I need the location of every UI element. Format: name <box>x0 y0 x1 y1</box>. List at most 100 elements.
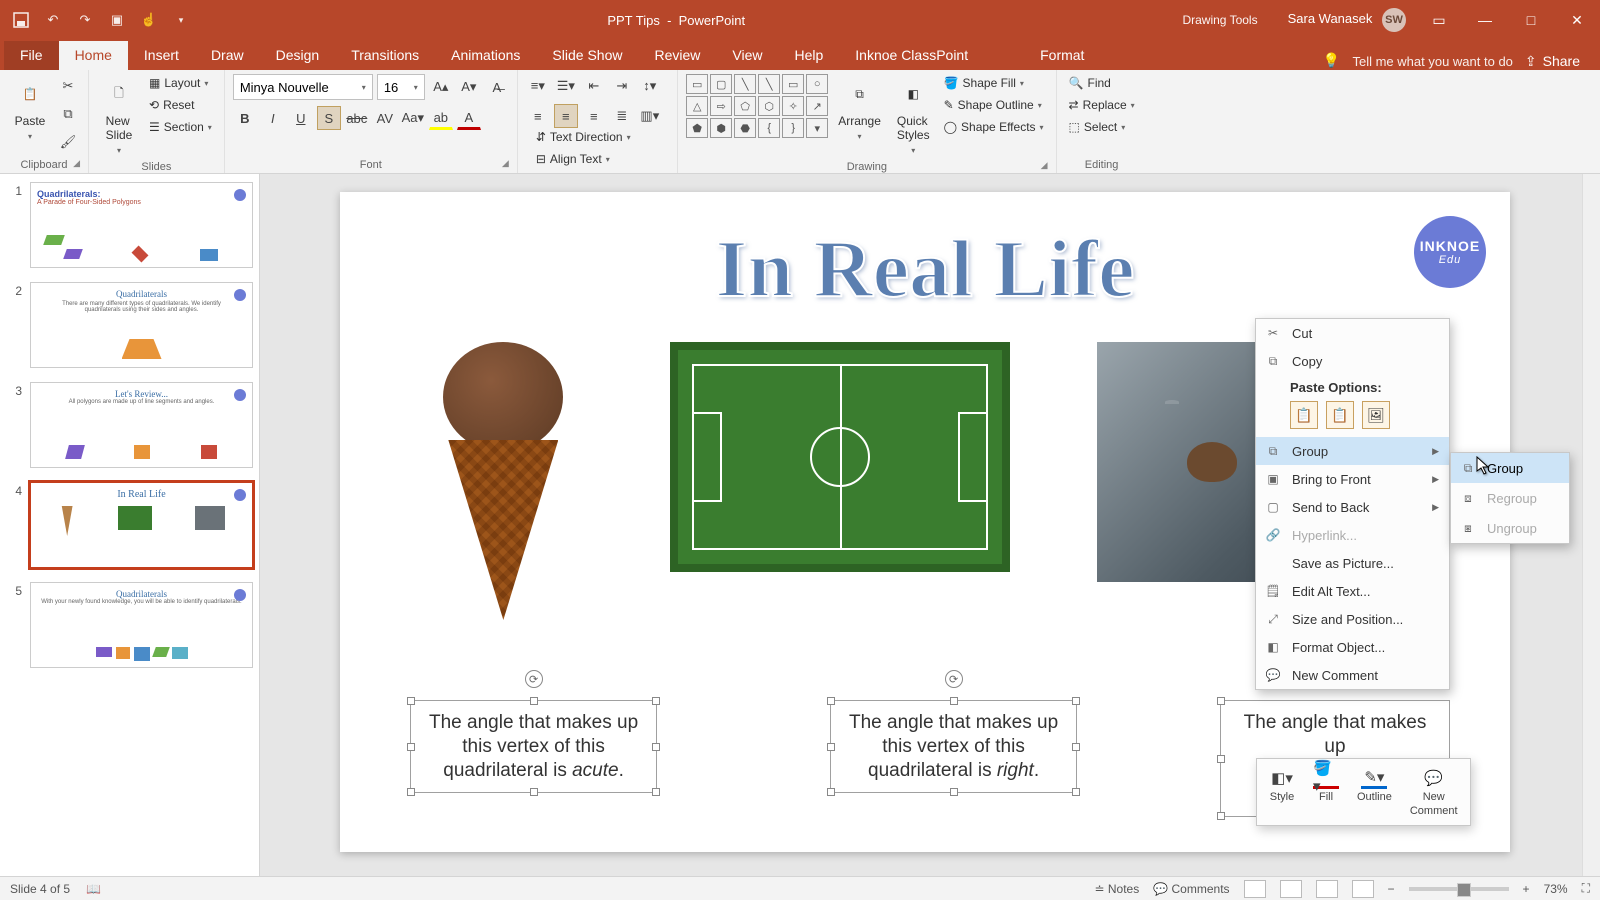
paste-use-theme-icon[interactable]: 📋 <box>1290 401 1318 429</box>
qat-more-icon[interactable]: ▾ <box>172 11 190 29</box>
arrange-button[interactable]: ⧉Arrange▾ <box>832 74 887 145</box>
shape-fill-button[interactable]: 🪣Shape Fill▾ <box>940 74 1048 92</box>
share-button[interactable]: ⇪Share <box>1525 53 1580 70</box>
textbox-selected-1[interactable]: The angle that makes upthis vertex of th… <box>410 700 657 793</box>
highlight-icon[interactable]: ab <box>429 106 453 130</box>
layout-button[interactable]: ▦Layout▾ <box>145 74 216 92</box>
slide-thumb-5[interactable]: QuadrilateralsWith your newly found know… <box>30 582 253 668</box>
increase-indent-icon[interactable]: ⇥ <box>610 74 634 98</box>
shrink-font-icon[interactable]: A▾ <box>457 75 481 99</box>
slide-thumb-1[interactable]: Quadrilaterals:A Parade of Four-Sided Po… <box>30 182 253 268</box>
save-icon[interactable] <box>12 11 30 29</box>
italic-icon[interactable]: I <box>261 106 285 130</box>
vertical-scrollbar[interactable] <box>1582 174 1600 876</box>
text-direction-button[interactable]: ⇵Text Direction▾ <box>532 128 669 146</box>
tab-review[interactable]: Review <box>638 41 716 70</box>
comments-button[interactable]: 💬 Comments <box>1153 882 1229 896</box>
numbering-icon[interactable]: ☰▾ <box>554 74 578 98</box>
slide-title[interactable]: In Real Life <box>340 222 1510 316</box>
start-from-beginning-icon[interactable]: ▣ <box>108 11 126 29</box>
ctx-new-comment[interactable]: 💬New Comment <box>1256 661 1449 689</box>
cut-icon[interactable]: ✂ <box>56 74 80 98</box>
shape-effects-button[interactable]: ◯Shape Effects▾ <box>940 118 1048 136</box>
shape-outline-button[interactable]: ✎Shape Outline▾ <box>940 96 1048 114</box>
underline-icon[interactable]: U <box>289 106 313 130</box>
close-icon[interactable]: ✕ <box>1554 0 1600 40</box>
font-size-combo[interactable]: 16▾ <box>377 74 425 100</box>
zoom-in-icon[interactable]: + <box>1523 882 1530 896</box>
tab-animations[interactable]: Animations <box>435 41 536 70</box>
normal-view-icon[interactable] <box>1244 880 1266 898</box>
clear-formatting-icon[interactable]: A̶ <box>485 75 509 99</box>
ctx-group[interactable]: ⧉Group▶ <box>1256 437 1449 465</box>
tab-insert[interactable]: Insert <box>128 41 195 70</box>
account-name[interactable]: Sara Wanasek SW <box>1278 8 1416 32</box>
tab-format[interactable]: Format <box>1024 41 1100 70</box>
redo-icon[interactable]: ↷ <box>76 11 94 29</box>
tab-view[interactable]: View <box>716 41 778 70</box>
slide-thumbnails[interactable]: 1✦ Quadrilaterals:A Parade of Four-Sided… <box>0 174 260 876</box>
new-slide-button[interactable]: 🗋 New Slide▾ <box>97 74 141 159</box>
justify-icon[interactable]: ≣ <box>610 104 634 128</box>
paste-keep-source-icon[interactable]: 📋 <box>1326 401 1354 429</box>
font-color-icon[interactable]: A <box>457 106 481 130</box>
zoom-out-icon[interactable]: − <box>1388 882 1395 896</box>
bold-icon[interactable]: B <box>233 106 257 130</box>
strikethrough-icon[interactable]: abc <box>345 106 369 130</box>
paste-picture-icon[interactable]: 🖼 <box>1362 401 1390 429</box>
soccer-field-image[interactable] <box>670 342 1010 572</box>
ctx-edit-alt-text[interactable]: 🗒Edit Alt Text... <box>1256 577 1449 605</box>
grow-font-icon[interactable]: A▴ <box>429 75 453 99</box>
replace-button[interactable]: ⇄Replace▾ <box>1065 96 1139 114</box>
touch-mode-icon[interactable]: ☝ <box>140 11 158 29</box>
rotate-handle-icon[interactable]: ⟳ <box>525 670 543 688</box>
submenu-group[interactable]: ⧉Group <box>1451 453 1569 483</box>
reset-button[interactable]: ⟲Reset <box>145 96 216 114</box>
textbox-selected-2[interactable]: The angle that makes upthis vertex of th… <box>830 700 1077 793</box>
find-button[interactable]: 🔍Find <box>1065 74 1139 92</box>
slide-thumb-4[interactable]: In Real Life <box>30 482 253 568</box>
mini-style-button[interactable]: ◧▾Style <box>1261 765 1303 819</box>
format-painter-icon[interactable]: 🖌 <box>56 130 80 154</box>
slide-thumb-2[interactable]: QuadrilateralsThere are many different t… <box>30 282 253 368</box>
align-center-icon[interactable]: ≡ <box>554 104 578 128</box>
slide-thumb-3[interactable]: Let's Review...All polygons are made up … <box>30 382 253 468</box>
tab-slideshow[interactable]: Slide Show <box>536 41 638 70</box>
ctx-save-as-picture[interactable]: Save as Picture... <box>1256 549 1449 577</box>
line-spacing-icon[interactable]: ↕▾ <box>638 74 662 98</box>
quick-styles-button[interactable]: ◧Quick Styles▾ <box>891 74 936 159</box>
select-button[interactable]: ⬚Select▾ <box>1065 118 1139 136</box>
ctx-format-object[interactable]: ◧Format Object... <box>1256 633 1449 661</box>
notes-button[interactable]: ≐ Notes <box>1094 882 1139 896</box>
copy-icon[interactable]: ⧉ <box>56 102 80 126</box>
ctx-bring-to-front[interactable]: ▣Bring to Front▶ <box>1256 465 1449 493</box>
mini-outline-button[interactable]: ✎▾Outline <box>1349 765 1400 819</box>
columns-icon[interactable]: ▥▾ <box>638 104 662 128</box>
tab-help[interactable]: Help <box>778 41 839 70</box>
align-left-icon[interactable]: ≡ <box>526 104 550 128</box>
maximize-icon[interactable]: □ <box>1508 0 1554 40</box>
ctx-size-position[interactable]: ⤢Size and Position... <box>1256 605 1449 633</box>
zoom-level[interactable]: 73% <box>1544 882 1568 896</box>
fit-to-window-icon[interactable]: ⛶ <box>1582 881 1590 896</box>
char-spacing-icon[interactable]: AV <box>373 106 397 130</box>
tab-transitions[interactable]: Transitions <box>335 41 435 70</box>
align-right-icon[interactable]: ≡ <box>582 104 606 128</box>
undo-icon[interactable]: ↶ <box>44 11 62 29</box>
spellcheck-icon[interactable]: 📖 <box>86 882 101 896</box>
ice-cream-image[interactable] <box>423 342 583 622</box>
align-text-button[interactable]: ⊟Align Text▾ <box>532 150 669 168</box>
mini-fill-button[interactable]: 🪣▾Fill <box>1305 765 1347 819</box>
ctx-cut[interactable]: ✂Cut <box>1256 319 1449 347</box>
tab-classpoint[interactable]: Inknoe ClassPoint <box>839 41 984 70</box>
slideshow-view-icon[interactable] <box>1352 880 1374 898</box>
change-case-icon[interactable]: Aa▾ <box>401 106 425 130</box>
tab-design[interactable]: Design <box>260 41 336 70</box>
ribbon-display-icon[interactable]: ▭ <box>1416 0 1462 40</box>
rotate-handle-icon[interactable]: ⟳ <box>945 670 963 688</box>
sorter-view-icon[interactable] <box>1280 880 1302 898</box>
decrease-indent-icon[interactable]: ⇤ <box>582 74 606 98</box>
tab-file[interactable]: File <box>4 41 59 70</box>
zoom-slider[interactable] <box>1409 887 1509 891</box>
ctx-send-to-back[interactable]: ▢Send to Back▶ <box>1256 493 1449 521</box>
